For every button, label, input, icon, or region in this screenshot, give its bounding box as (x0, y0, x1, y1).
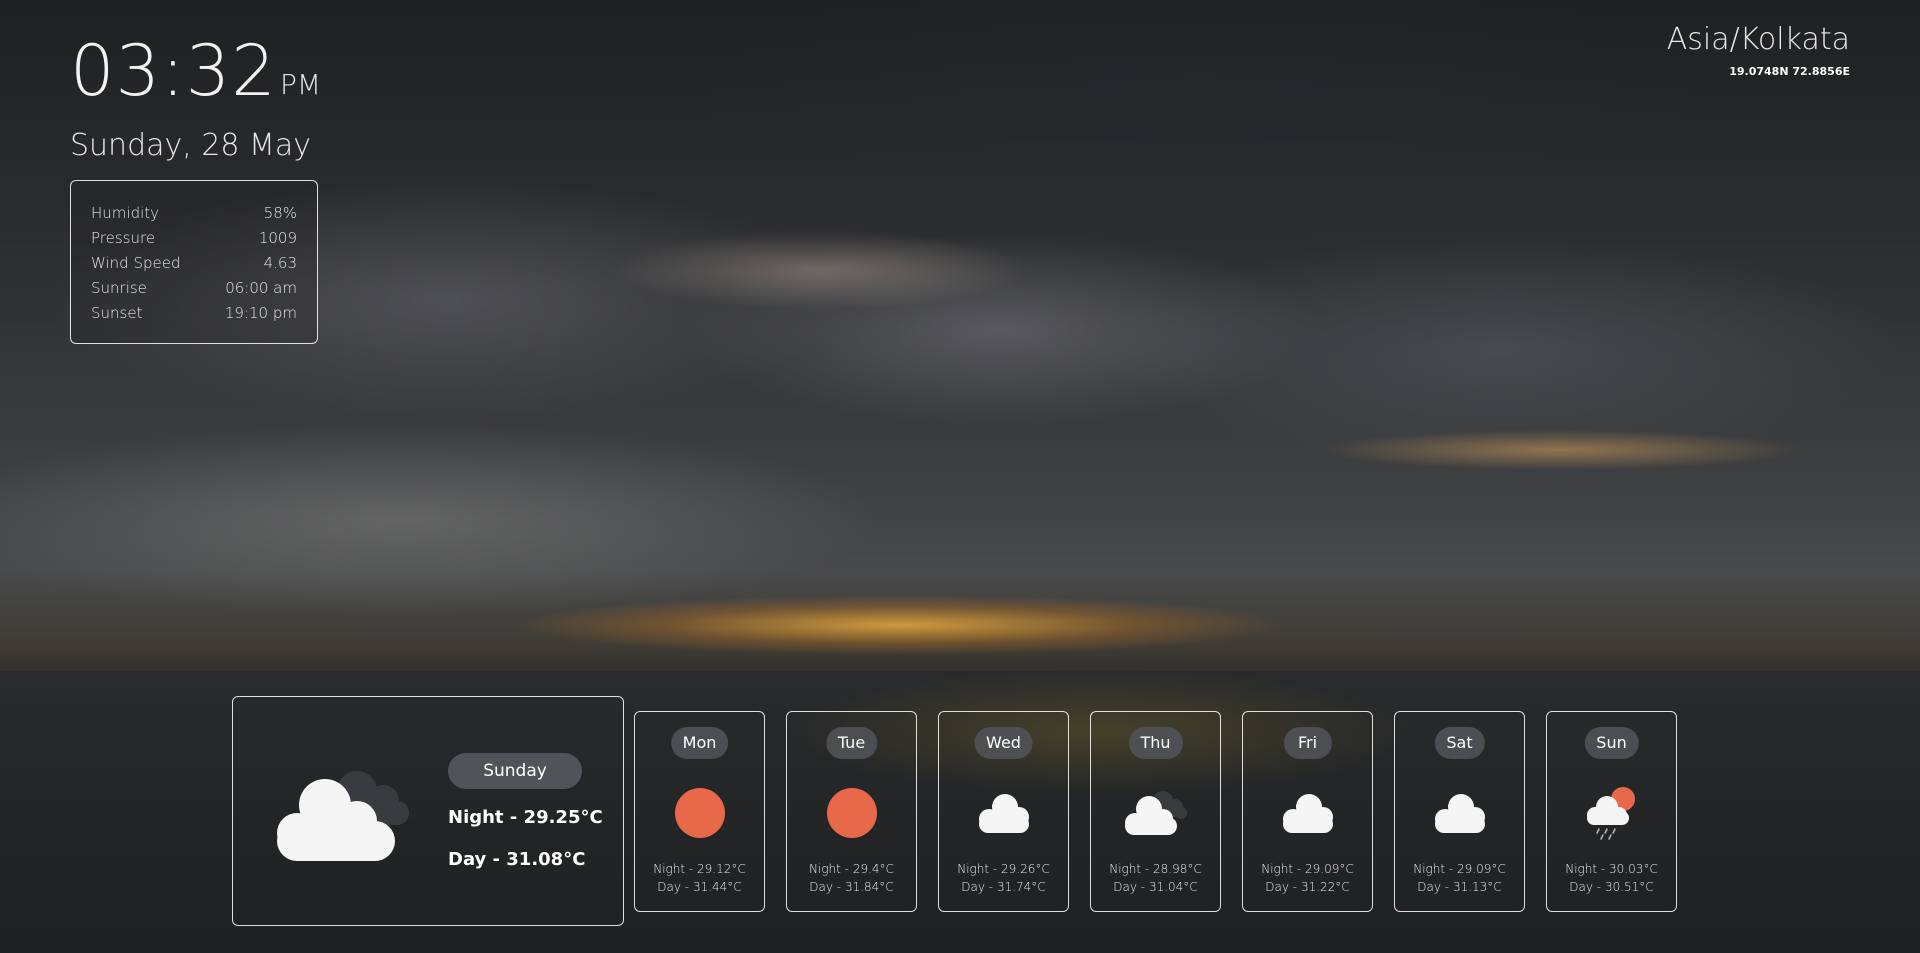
detail-label: Pressure (91, 229, 156, 247)
forecast-day-temp: Day - 31.74°C (961, 880, 1046, 894)
today-night-temp: Night - 29.25°C (448, 807, 603, 828)
detail-value: 1009 (258, 229, 297, 247)
sun-icon (826, 788, 877, 838)
detail-row-sunset: Sunset 19:10 pm (91, 301, 297, 326)
today-weather-card[interactable]: Sunday Night - 29.25°C Day - 31.08°C (232, 696, 624, 926)
detail-value: 19:10 pm (224, 304, 297, 322)
detail-label: Sunset (91, 304, 143, 322)
cloud-icon (1434, 794, 1485, 833)
forecast-day-temp: Day - 31.44°C (657, 880, 742, 894)
forecast-day-label: Fri (1283, 727, 1332, 759)
forecast-day-label: Thu (1128, 727, 1183, 759)
detail-value: 4.63 (263, 254, 297, 272)
cloudy-icon (1124, 791, 1187, 835)
clock-time: 03:32 (70, 30, 277, 112)
cloud-icon (1282, 794, 1333, 833)
weather-details-box: Humidity 58% Pressure 1009 Wind Speed 4.… (70, 180, 318, 344)
detail-value: 06:00 am (225, 279, 297, 297)
forecast-night-temp: Night - 29.12°C (653, 862, 746, 876)
detail-row-humidity: Humidity 58% (91, 201, 297, 226)
forecast-night-temp: Night - 28.98°C (1109, 862, 1202, 876)
forecast-day-temp: Day - 31.22°C (1265, 880, 1350, 894)
detail-row-wind-speed: Wind Speed 4.63 (91, 251, 297, 276)
detail-row-pressure: Pressure 1009 (91, 226, 297, 251)
forecast-card-sun[interactable]: Sun Night - 30.03°C Day - 30.51°C (1546, 711, 1677, 912)
weather-dashboard: 03:32 PM Sunday, 28 May Humidity 58% Pre… (0, 0, 1920, 953)
rain-sun-icon (1586, 787, 1635, 840)
forecast-day-label: Mon (670, 727, 729, 759)
forecast-card-tue[interactable]: Tue Night - 29.4°C Day - 31.84°C (786, 711, 917, 912)
forecast-night-temp: Night - 29.4°C (809, 862, 894, 876)
clock-ampm: PM (280, 68, 322, 101)
forecast-day-label: Wed (974, 727, 1033, 759)
coordinates-label: 19.0748N 72.8856E (1729, 65, 1850, 78)
forecast-day-temp: Day - 31.84°C (809, 880, 894, 894)
forecast-night-temp: Night - 30.03°C (1565, 862, 1658, 876)
detail-row-sunrise: Sunrise 06:00 am (91, 276, 297, 301)
cloud-icon (978, 794, 1029, 833)
detail-label: Sunrise (91, 279, 147, 297)
forecast-day-temp: Day - 30.51°C (1569, 880, 1654, 894)
forecast-night-temp: Night - 29.09°C (1261, 862, 1354, 876)
forecast-day-temp: Day - 31.13°C (1417, 880, 1502, 894)
forecast-day-label: Tue (825, 727, 878, 759)
forecast-card-mon[interactable]: Mon Night - 29.12°C Day - 31.44°C (634, 711, 765, 912)
forecast-day-temp: Day - 31.04°C (1113, 880, 1198, 894)
forecast-night-temp: Night - 29.09°C (1413, 862, 1506, 876)
forecast-card-thu[interactable]: Thu Night - 28.98°C Day - 31.04°C (1090, 711, 1221, 912)
forecast-card-sat[interactable]: Sat Night - 29.09°C Day - 31.13°C (1394, 711, 1525, 912)
sun-icon (674, 788, 725, 838)
timezone-label: Asia/Kolkata (1666, 22, 1850, 57)
cloudy-icon (277, 771, 409, 861)
today-day-pill: Sunday (448, 753, 582, 789)
detail-label: Wind Speed (91, 254, 181, 272)
forecast-day-label: Sun (1584, 727, 1639, 759)
forecast-night-temp: Night - 29.26°C (957, 862, 1050, 876)
forecast-card-fri[interactable]: Fri Night - 29.09°C Day - 31.22°C (1242, 711, 1373, 912)
today-day-temp: Day - 31.08°C (448, 849, 586, 870)
forecast-card-wed[interactable]: Wed Night - 29.26°C Day - 31.74°C (938, 711, 1069, 912)
current-date: Sunday, 28 May (70, 128, 312, 163)
detail-value: 58% (263, 204, 297, 222)
forecast-day-label: Sat (1434, 727, 1485, 759)
detail-label: Humidity (91, 204, 160, 222)
